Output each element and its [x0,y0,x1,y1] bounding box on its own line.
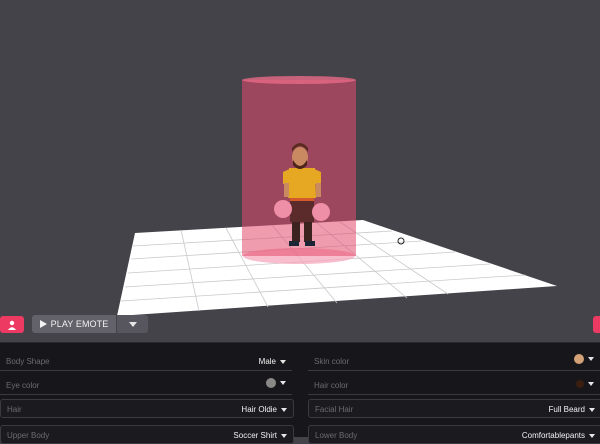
chevron-down-icon [589,407,595,412]
upper-body-select[interactable]: Upper Body Soccer Shirt [0,425,294,444]
eye-color-swatch [266,378,276,388]
user-icon [8,320,16,330]
hair-label: Hair [7,405,22,414]
chevron-down-icon [281,407,287,412]
chevron-down-icon [588,382,594,386]
play-icon [39,320,47,328]
body-shape-label: Body Shape [6,357,50,366]
play-emote-label: PLAY EMOTE [50,319,109,329]
play-emote-button[interactable]: PLAY EMOTE [32,315,116,333]
facial-hair-label: Facial Hair [315,405,354,414]
lower-body-select[interactable]: Lower Body Comfortablepants [308,425,600,444]
chevron-down-icon [128,321,137,327]
chevron-down-icon [280,381,286,385]
body-shape-select[interactable]: Body Shape Male [0,351,292,371]
skin-color-select[interactable]: Skin color [308,351,600,371]
hair-color-swatch [576,380,584,388]
eye-color-select[interactable]: Eye color [0,375,292,395]
hair-color-select[interactable]: Hair color [308,375,600,395]
body-shape-value: Male [258,357,276,366]
skin-color-swatch [574,354,584,364]
chevron-down-icon [588,357,594,361]
avatar-3d-viewport[interactable] [0,0,600,342]
facial-hair-value: Full Beard [548,405,585,414]
hair-select[interactable]: Hair Hair Oldie [0,399,294,418]
hair-color-label: Hair color [314,381,349,390]
eye-color-label: Eye color [6,381,40,390]
side-action-button[interactable] [593,316,600,333]
attributes-panel: Body Shape Male Skin color Eye color Hai… [0,342,600,444]
facial-hair-select[interactable]: Facial Hair Full Beard [308,399,600,418]
avatar-button[interactable] [0,316,24,333]
skin-color-label: Skin color [314,357,350,366]
chevron-down-icon [280,359,286,364]
play-emote-group: PLAY EMOTE [32,315,148,333]
hair-value: Hair Oldie [241,405,277,414]
emote-dropdown-button[interactable] [117,315,148,333]
